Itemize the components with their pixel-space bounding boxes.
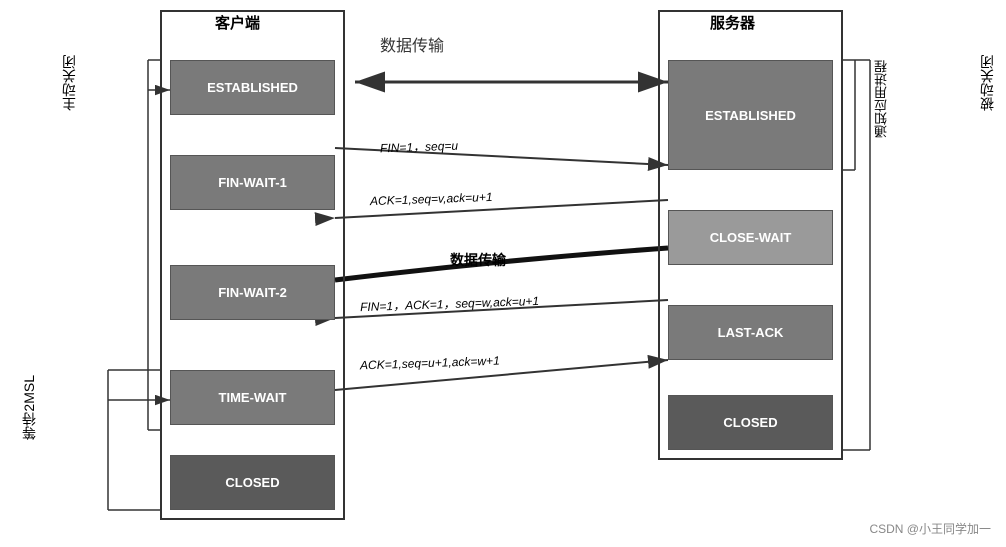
server-header: 服务器 <box>710 12 755 33</box>
active-close-label: 主动关闭 <box>58 55 80 111</box>
server-last-ack: LAST-ACK <box>668 305 833 360</box>
msg-data-transfer: 数据传输 <box>450 250 506 270</box>
client-time-wait: TIME-WAIT <box>170 370 335 425</box>
diagram-container: 客户端 服务器 数据传输 ESTABLISHED FIN-WAIT-1 FIN-… <box>0 0 1006 547</box>
msg-ack2: ACK=1,seq=u+1,ack=w+1 <box>360 354 500 373</box>
passive-close-label: 被动关闭 <box>976 55 998 111</box>
client-established: ESTABLISHED <box>170 60 335 115</box>
notify-label: 通知应用进程 <box>872 60 892 138</box>
client-fin-wait1: FIN-WAIT-1 <box>170 155 335 210</box>
data-transfer-label: 数据传输 <box>380 32 444 56</box>
wait-2msl-label: 等待2MSL <box>18 375 40 440</box>
client-fin-wait2: FIN-WAIT-2 <box>170 265 335 320</box>
msg-fin2: FIN=1，ACK=1，seq=w,ack=u+1 <box>360 292 540 315</box>
server-established: ESTABLISHED <box>668 60 833 170</box>
server-close-wait: CLOSE-WAIT <box>668 210 833 265</box>
client-header: 客户端 <box>215 12 260 33</box>
msg-fin1: FIN=1，seq=u <box>380 137 459 157</box>
watermark: CSDN @小王同学加一 <box>869 520 991 537</box>
arrows-svg <box>0 0 1006 547</box>
msg-ack1: ACK=1,seq=v,ack=u+1 <box>370 190 493 208</box>
server-closed: CLOSED <box>668 395 833 450</box>
client-closed: CLOSED <box>170 455 335 510</box>
